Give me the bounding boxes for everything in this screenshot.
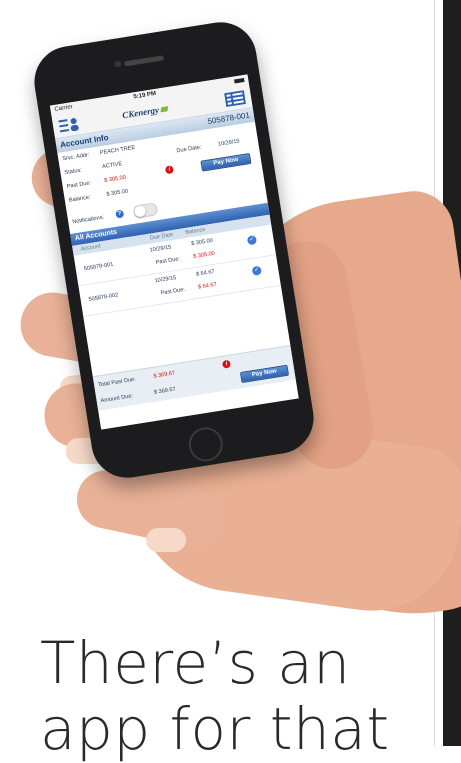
balance-label: Balance: xyxy=(68,194,91,204)
notifications-toggle[interactable] xyxy=(132,202,159,219)
amount-due-value: $ 369.67 xyxy=(153,386,177,396)
carrier-label: Carrier xyxy=(54,104,74,113)
checkmark-icon[interactable]: ✓ xyxy=(251,265,262,276)
balance-value: $ 305.00 xyxy=(106,188,129,198)
amount-due-label: Amount Due: xyxy=(100,393,134,405)
home-button[interactable] xyxy=(186,424,226,464)
due-date-cell: 10/29/15 xyxy=(154,275,177,285)
speaker-grill xyxy=(123,55,165,67)
alert-icon[interactable]: i xyxy=(164,165,174,175)
account-menu-icon[interactable] xyxy=(58,116,80,133)
due-date-value: 10/29/15 xyxy=(217,138,241,148)
past-due-cell: $ 305.00 xyxy=(192,250,216,261)
status-value: ACTIVE xyxy=(101,161,123,171)
past-due-label: Past Due: xyxy=(160,286,186,297)
service-address-label: Srvc. Addr: xyxy=(61,152,90,163)
headline-line-1: There’s an xyxy=(40,629,351,697)
balance-cell: $ 305.00 xyxy=(190,237,214,248)
past-due-value: $ 305.00 xyxy=(103,174,127,185)
pay-now-button[interactable]: Pay Now xyxy=(239,364,290,384)
battery-icon xyxy=(234,77,245,84)
app-screen: Carrier 5:19 PM CKenergy Account Info 50… xyxy=(49,74,299,430)
clock: 5:19 PM xyxy=(133,90,157,101)
list-icon[interactable] xyxy=(224,90,247,108)
checkmark-icon[interactable]: ✓ xyxy=(246,235,258,246)
toggle-knob xyxy=(133,205,147,218)
due-date-label: Due Date: xyxy=(176,144,202,155)
due-date-cell: 10/29/15 xyxy=(149,244,172,254)
alert-icon[interactable]: i xyxy=(221,359,232,369)
camera-icon xyxy=(113,60,122,69)
headline: There’s an app for that xyxy=(40,630,390,762)
fingernail xyxy=(146,528,186,552)
account-cell: 505878-002 xyxy=(88,292,119,303)
status-label: Status: xyxy=(64,167,83,177)
past-due-label: Past Due: xyxy=(66,180,92,190)
logo-leaf-icon xyxy=(160,106,169,113)
total-past-due-label: Total Past Due: xyxy=(97,376,137,389)
service-address-value: PEACH TREE xyxy=(99,144,136,157)
past-due-label: Past Due: xyxy=(155,256,181,266)
account-cell: 505878-001 xyxy=(83,261,114,273)
pay-now-button[interactable]: Pay Now xyxy=(200,152,252,172)
company-logo: CKenergy xyxy=(122,103,169,120)
headline-line-2: app for that xyxy=(40,695,390,763)
help-icon[interactable]: ? xyxy=(115,209,125,219)
balance-cell: $ 64.67 xyxy=(195,268,216,278)
notifications-label: Notifications: xyxy=(71,214,105,226)
total-past-due-value: $ 369.67 xyxy=(153,370,176,380)
past-due-cell: $ 64.67 xyxy=(197,281,218,291)
